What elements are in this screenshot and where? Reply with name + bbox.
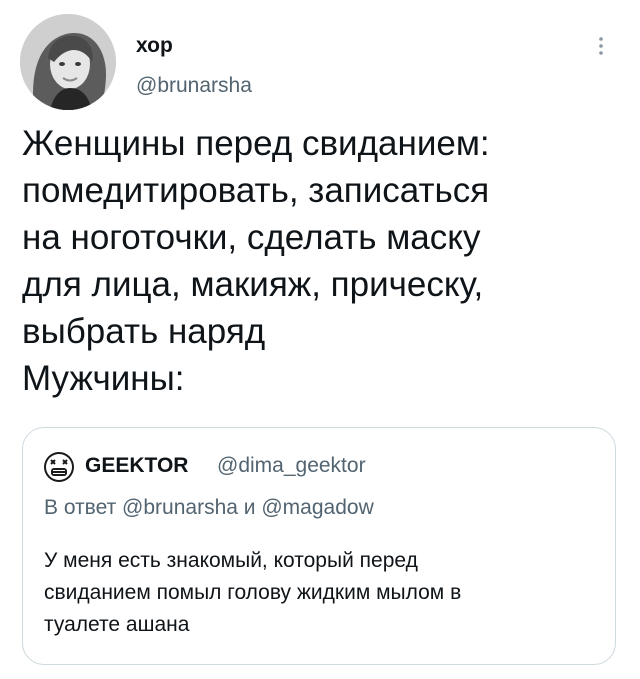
emoji-face-avatar-icon[interactable]	[43, 451, 75, 483]
quoted-text-line: туалете ашана	[44, 613, 190, 636]
quoted-text-line: свиданием помыл голову жидким мылом в	[44, 581, 462, 604]
reply-prefix: В ответ	[44, 496, 117, 519]
person-photo-icon	[20, 14, 116, 110]
tweet-text: Женщины перед свиданием: помедитировать,…	[22, 120, 622, 402]
reply-conjunction: и	[243, 496, 256, 519]
quoted-author-name[interactable]: GEEKTOR	[85, 453, 188, 479]
more-vertical-icon[interactable]	[594, 36, 608, 62]
tweet-text-line: на ноготочки, сделать маску	[22, 218, 481, 257]
reply-mention-link[interactable]: @brunarsha	[122, 496, 238, 519]
author-name[interactable]: хор	[136, 33, 173, 59]
tweet-text-line: помедитировать, записаться	[22, 171, 490, 210]
author-handle[interactable]: @brunarsha	[136, 73, 252, 99]
reply-to-line: В ответ @brunarsha и @magadow	[44, 495, 374, 521]
quoted-tweet[interactable]: GEEKTOR @dima_geektor В ответ @brunarsha…	[22, 427, 616, 665]
quoted-author-handle[interactable]: @dima_geektor	[217, 453, 366, 479]
quoted-tweet-text: У меня есть знакомый, который перед свид…	[44, 545, 604, 641]
tweet-text-line: выбрать наряд	[22, 312, 266, 351]
tweet-text-line: Женщины перед свиданием:	[22, 124, 490, 163]
author-avatar[interactable]	[20, 14, 116, 110]
tweet-text-line: для лица, макияж, прическу,	[22, 265, 484, 304]
tweet: хор @brunarsha Женщины перед свиданием: …	[0, 0, 640, 679]
reply-mention-link[interactable]: @magadow	[261, 496, 373, 519]
quoted-text-line: У меня есть знакомый, который перед	[44, 549, 418, 572]
tweet-text-line: Мужчины:	[22, 359, 185, 398]
